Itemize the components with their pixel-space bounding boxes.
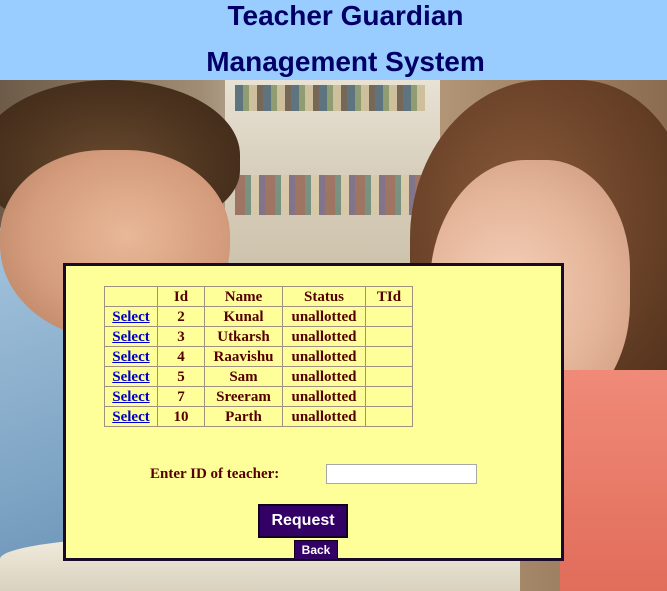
column-header-tid: TId	[365, 286, 413, 307]
column-header-status: Status	[282, 286, 366, 307]
cell-tid	[365, 386, 413, 407]
teacher-id-input[interactable]	[326, 464, 477, 484]
app-title-line2: Management System	[206, 46, 485, 77]
table-row: Select 7 Sreeram unallotted	[104, 386, 413, 407]
cell-tid	[365, 346, 413, 367]
cell-status: unallotted	[282, 326, 366, 347]
select-link[interactable]: Select	[112, 349, 149, 365]
cell-id: 5	[157, 366, 205, 387]
cell-name: Utkarsh	[204, 326, 283, 347]
cell-id: 2	[157, 306, 205, 327]
cell-name: Sreeram	[204, 386, 283, 407]
table-row: Select 4 Raavishu unallotted	[104, 346, 413, 367]
column-header-id: Id	[157, 286, 205, 307]
students-table: Id Name Status TId Select 2 Kunal unallo…	[104, 286, 413, 427]
cell-tid	[365, 406, 413, 427]
table-row: Select 10 Parth unallotted	[104, 406, 413, 427]
table-row: Select 5 Sam unallotted	[104, 366, 413, 387]
cell-tid	[365, 326, 413, 347]
teacher-id-label: Enter ID of teacher:	[150, 466, 280, 482]
table-row: Select 3 Utkarsh unallotted	[104, 326, 413, 347]
table-header-row: Id Name Status TId	[104, 286, 413, 307]
select-link[interactable]: Select	[112, 309, 149, 325]
select-link[interactable]: Select	[112, 369, 149, 385]
cell-tid	[365, 306, 413, 327]
app-title-line1: Teacher Guardian	[227, 0, 464, 31]
select-link[interactable]: Select	[112, 409, 149, 425]
column-header-name: Name	[204, 286, 283, 307]
cell-status: unallotted	[282, 406, 366, 427]
cell-id: 7	[157, 386, 205, 407]
cell-id: 10	[157, 406, 205, 427]
cell-name: Parth	[204, 406, 283, 427]
cell-status: unallotted	[282, 346, 366, 367]
student-girl-top	[560, 370, 667, 591]
select-link[interactable]: Select	[112, 329, 149, 345]
cell-status: unallotted	[282, 386, 366, 407]
cell-name: Raavishu	[204, 346, 283, 367]
request-button[interactable]: Request	[258, 504, 348, 538]
table-row: Select 2 Kunal unallotted	[104, 306, 413, 327]
cell-tid	[365, 366, 413, 387]
cell-name: Sam	[204, 366, 283, 387]
cell-id: 4	[157, 346, 205, 367]
cell-id: 3	[157, 326, 205, 347]
cell-name: Kunal	[204, 306, 283, 327]
cell-status: unallotted	[282, 366, 366, 387]
back-button[interactable]: Back	[294, 540, 338, 560]
column-header-action	[104, 286, 158, 307]
header-banner: Teacher Guardian Management System	[0, 0, 667, 80]
select-link[interactable]: Select	[112, 389, 149, 405]
main-panel: Id Name Status TId Select 2 Kunal unallo…	[63, 263, 564, 561]
cell-status: unallotted	[282, 306, 366, 327]
